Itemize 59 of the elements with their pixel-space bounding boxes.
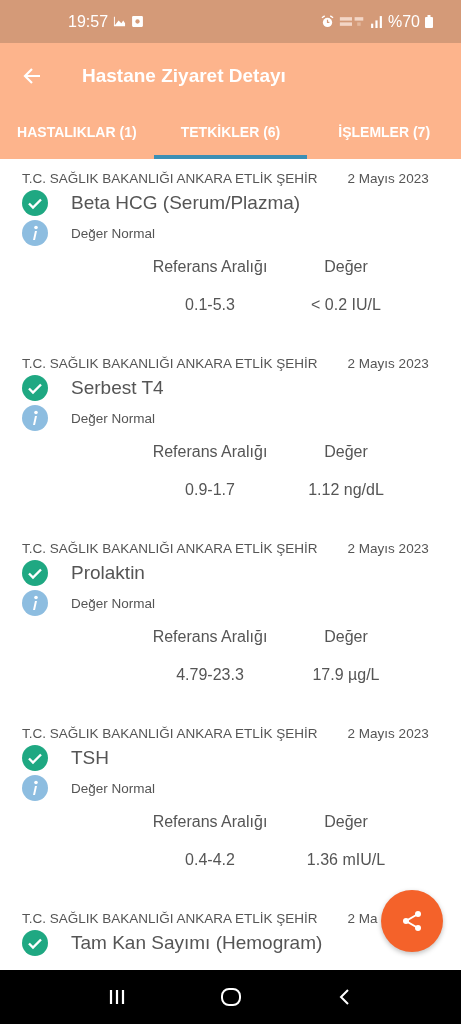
clock-time: 19:57 [68,12,109,31]
reference-range: 0.1-5.3 [184,296,236,314]
result-value: 17.9 µg/L [311,666,381,684]
signal-icon [369,15,383,28]
column-label: Değer [323,628,369,646]
column-label: Referans Aralığı [151,628,269,646]
battery-percent: %70 [387,12,420,31]
status-text: Değer Normal [71,225,156,241]
tab[interactable]: TETKİKLER (6) [153,109,308,159]
column-label: Referans Aralığı [151,443,269,461]
hospital-name: T.C. SAĞLIK BAKANLIĞI ANKARA ETLİK ŞEHİR [22,541,318,556]
test-date: 2 Mayıs 2023 [347,726,429,741]
status-text: Değer Normal [71,410,156,426]
test-name: Serbest T4 [71,377,164,399]
column-label: Referans Aralığı [151,813,269,831]
image-icon [113,15,127,28]
screen-title: Hastane Ziyaret Detayı [82,65,286,87]
check-icon [22,745,48,771]
battery-icon [425,15,433,28]
hospital-name: T.C. SAĞLIK BAKANLIĞI ANKARA ETLİK ŞEHİR [22,356,318,371]
info-icon [22,590,48,616]
reference-range: 0.4-4.2 [184,851,236,869]
network-icon [338,15,365,28]
column-label: Referans Aralığı [151,258,269,276]
test-name: Prolaktin [71,562,145,584]
check-icon [22,190,48,216]
test-date: 2 Ma [347,911,378,926]
test-date: 2 Mayıs 2023 [347,171,429,186]
column-label: Değer [323,813,369,831]
home-icon[interactable] [219,986,242,1008]
share-icon [400,909,424,933]
hospital-name: T.C. SAĞLIK BAKANLIĞI ANKARA ETLİK ŞEHİR [22,911,318,926]
result-value: 1.36 mIU/L [305,851,387,869]
column-label: Değer [323,258,369,276]
tab[interactable]: HASTALIKLAR (1) [0,109,154,159]
test-name: TSH [71,747,109,769]
test-date: 2 Mayıs 2023 [347,541,429,556]
result-value: 1.12 ng/dL [307,481,385,499]
share-button[interactable] [381,890,443,952]
result-value: < 0.2 IU/L [310,296,382,314]
reference-range: 4.79-23.3 [175,666,245,684]
status-text: Değer Normal [71,595,156,611]
tab[interactable]: İŞLEMLER (7) [307,109,461,159]
test-name: Beta HCG (Serum/Plazma) [71,192,301,214]
check-icon [22,560,48,586]
info-icon [22,405,48,431]
check-icon [22,375,48,401]
hospital-name: T.C. SAĞLIK BAKANLIĞI ANKARA ETLİK ŞEHİR [22,171,318,186]
info-icon [22,220,48,246]
check-icon [22,930,48,956]
column-label: Değer [323,443,369,461]
test-date: 2 Mayıs 2023 [347,356,429,371]
reference-range: 0.9-1.7 [184,481,236,499]
hospital-name: T.C. SAĞLIK BAKANLIĞI ANKARA ETLİK ŞEHİR [22,726,318,741]
status-text: Değer Normal [71,780,156,796]
test-name: Tam Kan Sayımı (Hemogram) [71,932,323,954]
info-icon [22,775,48,801]
alarm-icon [320,15,334,28]
notification-icon [131,15,145,28]
